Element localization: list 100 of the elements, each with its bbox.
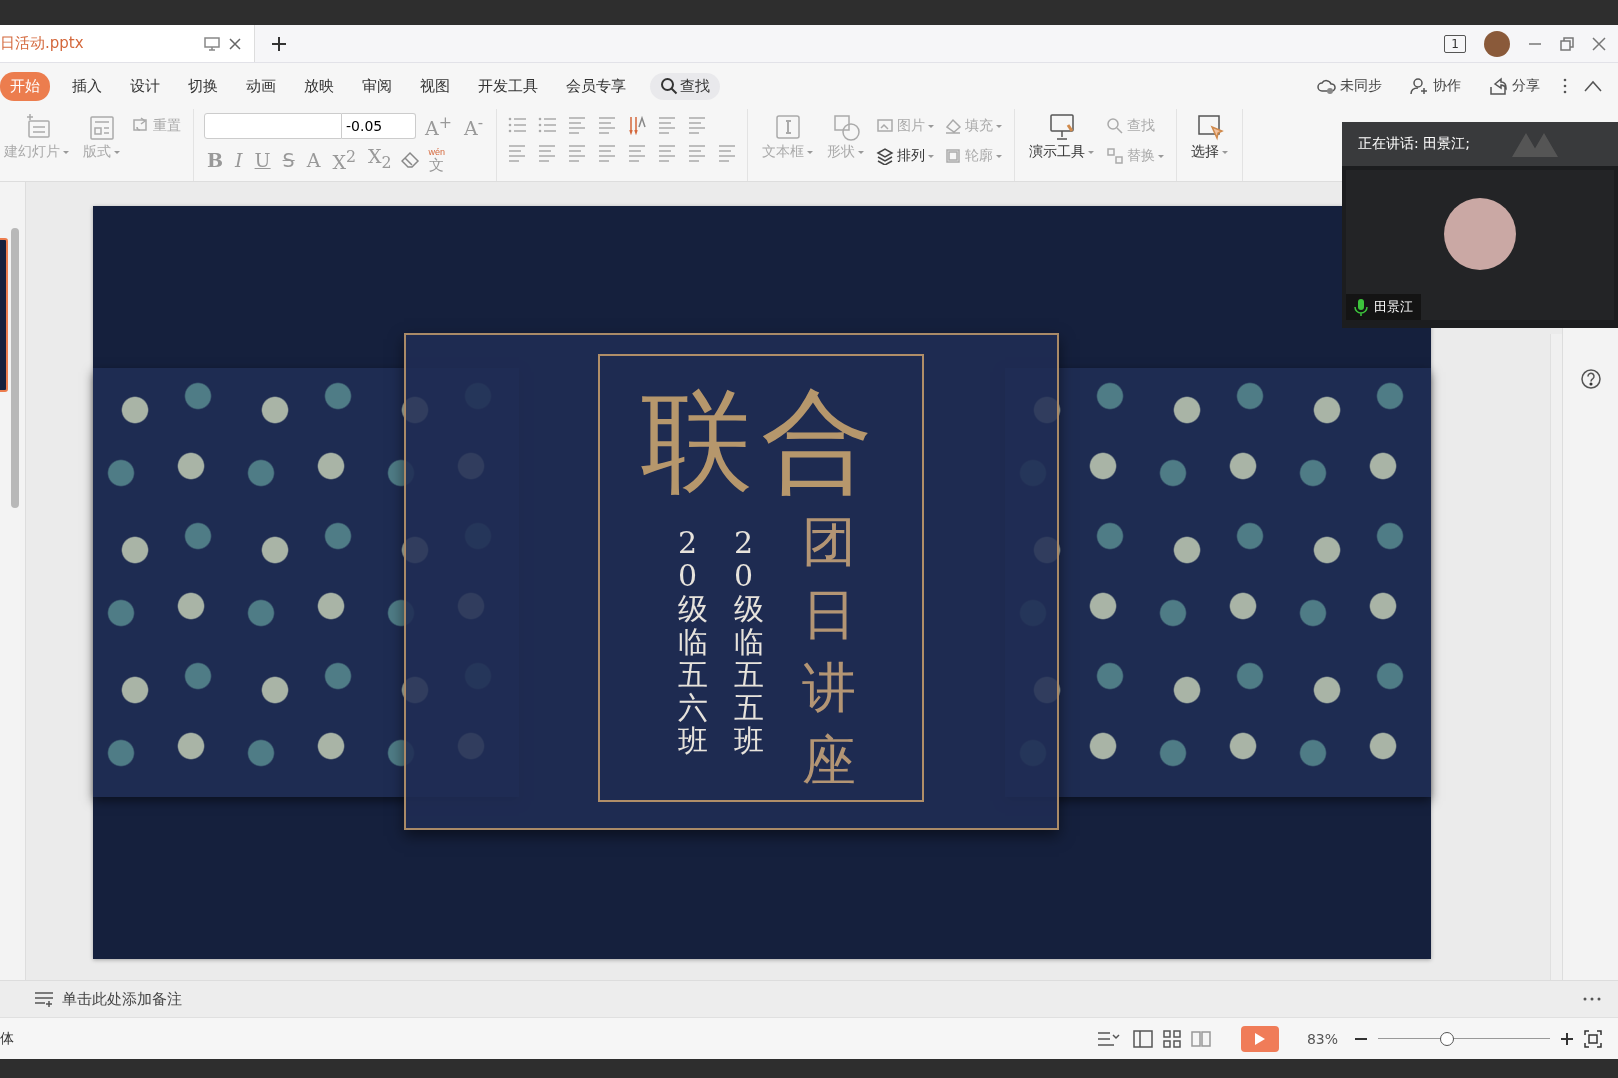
caret-icon	[928, 154, 935, 158]
outline-view-icon[interactable]	[1096, 1029, 1123, 1048]
slide-subtitle: 团日讲座	[802, 509, 856, 794]
menu-tab[interactable]: 切换	[188, 71, 218, 101]
strikethrough-button[interactable]: S	[279, 147, 298, 172]
collapse-icon[interactable]	[1584, 80, 1602, 92]
slider-thumb[interactable]	[1439, 1031, 1454, 1046]
justify-icon[interactable]	[597, 143, 618, 163]
notes-icon	[34, 991, 54, 1007]
status-text: 体	[0, 1029, 14, 1048]
fit-window-icon[interactable]	[1584, 1029, 1602, 1048]
numbered-list-icon[interactable]	[537, 115, 558, 135]
layers-icon	[876, 147, 895, 165]
book-icon[interactable]	[1190, 1029, 1211, 1048]
help-icon[interactable]	[1579, 368, 1602, 390]
notes-placeholder[interactable]: 单击此处添加备注	[62, 989, 182, 1009]
close-icon[interactable]	[228, 36, 242, 51]
phonetic-guide-button[interactable]: wén 文	[426, 146, 448, 173]
menu-tab[interactable]: 开发工具	[478, 71, 538, 101]
user-avatar[interactable]	[1484, 30, 1510, 57]
toolbar-button[interactable]: 分享	[1483, 75, 1546, 97]
caret-icon	[1222, 150, 1229, 154]
paragraph-spacing-icon[interactable]	[687, 143, 708, 163]
font-name-field[interactable]	[204, 112, 342, 139]
shape-icon	[831, 113, 860, 141]
menu-tab[interactable]: 审阅	[362, 71, 392, 101]
class-name: 20级临五五班	[734, 526, 764, 757]
indent-increase-icon[interactable]	[597, 115, 618, 135]
search-icon	[660, 77, 678, 95]
share-icon	[1489, 76, 1508, 96]
eraser-icon[interactable]	[400, 150, 421, 169]
zoom-slider[interactable]	[1378, 1031, 1550, 1046]
menu-tab[interactable]: 开始	[0, 71, 50, 101]
menu-tab[interactable]: 放映	[304, 71, 334, 101]
play-icon	[1253, 1031, 1266, 1046]
fill-icon	[944, 117, 963, 135]
toolbar-button[interactable]: 未同步	[1311, 75, 1388, 97]
menu-tab[interactable]: 视图	[420, 71, 450, 101]
text-columns-icon[interactable]	[687, 115, 708, 135]
menu-tab[interactable]: 动画	[246, 71, 276, 101]
plus-icon	[271, 35, 287, 52]
normal-view-icon[interactable]	[1132, 1029, 1153, 1048]
menu-tab[interactable]: 设计	[130, 71, 160, 101]
search-icon	[1106, 117, 1125, 135]
menu-tab[interactable]: 插入	[72, 71, 102, 101]
font-size-field[interactable]: -0.05	[342, 112, 416, 139]
select-icon	[1195, 113, 1224, 141]
class-name: 20级临五六班	[678, 526, 708, 757]
grow-font-button[interactable]: A$^{+}$	[422, 111, 455, 141]
restore-icon[interactable]	[1560, 36, 1574, 51]
more-icon[interactable]	[1582, 996, 1602, 1002]
toolbar-button[interactable]: 协作	[1404, 75, 1467, 97]
text-direction-icon[interactable]	[627, 115, 648, 135]
align-right-icon[interactable]	[567, 143, 588, 163]
bold-button[interactable]: B	[204, 147, 227, 172]
close-icon[interactable]	[1592, 36, 1606, 51]
ribbon-button[interactable]: 排列	[874, 143, 937, 169]
zoom-level[interactable]: 83%	[1300, 1029, 1344, 1048]
align-center-icon[interactable]	[537, 143, 558, 163]
caret-icon	[928, 124, 935, 128]
outline-icon	[944, 147, 963, 165]
distribute-icon[interactable]	[627, 143, 648, 163]
layout-icon	[87, 113, 116, 141]
text-box-icon	[773, 113, 802, 141]
caret-icon	[996, 154, 1003, 158]
caret-icon	[114, 150, 120, 154]
speaker-label: 正在讲话: 田景江;	[1358, 135, 1470, 153]
vertical-align-icon[interactable]	[657, 115, 678, 135]
document-tab[interactable]: 日活动.pptx	[0, 25, 255, 62]
spacing-icon[interactable]	[717, 143, 738, 163]
ribbon-button[interactable]: 选择	[1187, 111, 1233, 163]
replace-icon	[1106, 147, 1125, 165]
bullet-list-icon[interactable]	[507, 115, 528, 135]
menu-tab[interactable]: 会员专享	[566, 71, 626, 101]
grid-view-icon[interactable]	[1162, 1029, 1181, 1048]
caret-icon	[858, 150, 865, 154]
line-spacing-icon[interactable]	[657, 143, 678, 163]
indent-decrease-icon[interactable]	[567, 115, 588, 135]
monitor-icon[interactable]	[204, 36, 220, 51]
play-button[interactable]	[1240, 1025, 1279, 1052]
caret-icon	[1088, 150, 1095, 154]
align-left-icon[interactable]	[507, 143, 528, 163]
subscript-button[interactable]: X$_{2}$	[365, 144, 395, 176]
font-color-button[interactable]: A	[303, 147, 324, 172]
participant-label: 田景江	[1346, 294, 1421, 320]
italic-button[interactable]: I	[232, 147, 246, 172]
window-count[interactable]: 1	[1444, 34, 1466, 53]
zoom-in-icon[interactable]	[1560, 1031, 1574, 1046]
caret-icon	[1158, 154, 1165, 158]
search-button[interactable]: 查找	[650, 72, 720, 100]
add-user-icon	[1410, 76, 1429, 96]
scrollbar-thumb[interactable]	[11, 228, 19, 508]
more-icon[interactable]	[1562, 77, 1568, 95]
shrink-font-button[interactable]: A$^{-}$	[461, 111, 487, 141]
slide-title: 联合	[641, 376, 881, 506]
ribbon-button[interactable]: 演示工具	[1025, 111, 1099, 163]
caret-icon	[996, 124, 1003, 128]
underline-button[interactable]: U	[251, 147, 274, 172]
superscript-button[interactable]: X$^{2}$	[329, 145, 359, 175]
picture-icon	[876, 117, 895, 135]
